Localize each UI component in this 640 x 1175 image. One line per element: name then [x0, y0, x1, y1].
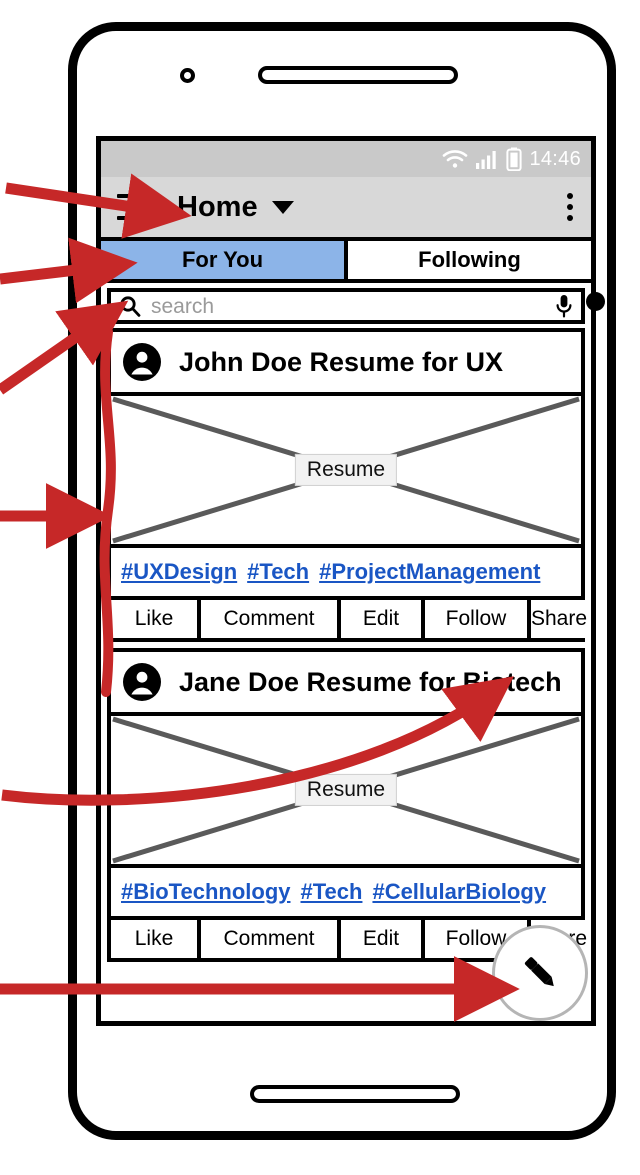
battery-icon [506, 147, 523, 171]
chevron-down-icon[interactable] [271, 200, 294, 214]
app-bar: Home [101, 177, 591, 237]
search-input[interactable]: search [107, 288, 585, 324]
post-action-bar: Like Comment Edit Follow Share [111, 600, 588, 638]
wifi-icon [443, 150, 468, 168]
post-title: John Doe Resume for UX [179, 346, 504, 377]
post-2-comment-button[interactable]: Comment [197, 920, 337, 958]
microphone-icon[interactable] [555, 294, 573, 318]
pencil-compose-icon [524, 957, 554, 987]
hashtag-link[interactable]: #BioTechnology [121, 879, 291, 905]
image-placeholder-label: Resume [294, 773, 398, 807]
search-row: search [101, 283, 591, 328]
post-feed: John Doe Resume for UX Resume #UXDesign … [101, 328, 591, 962]
post-image-placeholder: Resume [111, 716, 581, 868]
page-title: Home [177, 190, 258, 223]
tab-following[interactable]: Following [344, 241, 591, 279]
post-tags: #UXDesign #Tech #ProjectManagement [111, 548, 581, 600]
post-2-like-button[interactable]: Like [111, 920, 197, 958]
home-indicator-bar [250, 1085, 460, 1103]
post-1-follow-button[interactable]: Follow [421, 600, 527, 638]
tab-for-you[interactable]: For You [101, 241, 344, 279]
post-1-edit-button[interactable]: Edit [337, 600, 421, 638]
post-header: Jane Doe Resume for Biotech [111, 652, 581, 716]
phone-screen: 14:46 Home For You Following search John… [96, 136, 596, 1026]
user-avatar-icon [123, 663, 161, 701]
post-header: John Doe Resume for UX [111, 332, 581, 396]
hashtag-link[interactable]: #Tech [301, 879, 363, 905]
hashtag-link[interactable]: #Tech [247, 559, 309, 585]
status-bar-time: 14:46 [529, 148, 581, 170]
post-1-like-button[interactable]: Like [111, 600, 197, 638]
search-icon [120, 296, 141, 317]
search-placeholder-text: search [151, 294, 215, 318]
image-placeholder-label: Resume [294, 453, 398, 487]
hashtag-link[interactable]: #CellularBiology [372, 879, 546, 905]
three-dot-overflow-icon[interactable] [563, 189, 577, 225]
user-avatar-icon [123, 343, 161, 381]
hashtag-link[interactable]: #ProjectManagement [319, 559, 540, 585]
post-card-2[interactable]: Jane Doe Resume for Biotech Resume #BioT… [107, 648, 588, 962]
post-title: Jane Doe Resume for Biotech [179, 666, 562, 697]
status-bar: 14:46 [101, 141, 591, 177]
tab-bar: For You Following [101, 237, 591, 283]
post-2-edit-button[interactable]: Edit [337, 920, 421, 958]
cellular-signal-icon [476, 151, 497, 169]
hashtag-link[interactable]: #UXDesign [121, 559, 237, 585]
earpiece-speaker [258, 66, 458, 84]
camera-dot-icon [180, 68, 195, 83]
post-1-share-button[interactable]: Share [527, 600, 588, 638]
compose-fab-button[interactable] [492, 925, 588, 1021]
post-image-placeholder: Resume [111, 396, 581, 548]
post-tags: #BioTechnology #Tech #CellularBiology [111, 868, 581, 920]
hamburger-menu-icon[interactable] [117, 194, 151, 220]
bezel-marker-dot [586, 292, 605, 311]
post-card-1[interactable]: John Doe Resume for UX Resume #UXDesign … [107, 328, 588, 642]
post-1-comment-button[interactable]: Comment [197, 600, 337, 638]
